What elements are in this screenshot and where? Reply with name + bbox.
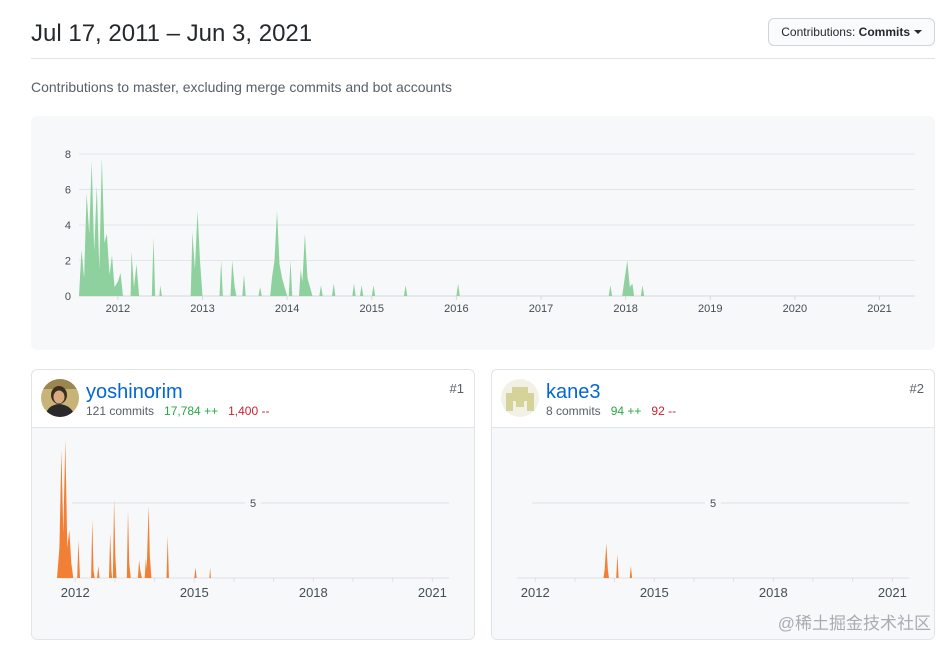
x-tick-label: 2021 — [878, 585, 907, 600]
additions-count: 94 ++ — [610, 404, 642, 418]
username-link[interactable]: kane3 — [546, 381, 601, 404]
contributor-card-1: yoshinorim 121 commits 17,784 ++ 1,400 -- … — [31, 369, 475, 640]
y-tick-label: 0 — [65, 291, 71, 303]
contributor-card-header: kane3 8 commits 94 ++ 92 -- #2 — [492, 370, 934, 428]
commits-count: 8 commits — [546, 404, 601, 418]
avatar[interactable] — [501, 379, 539, 417]
midline-label: 5 — [250, 498, 256, 510]
x-tick-label: 2012 — [106, 303, 130, 315]
x-tick-label: 2021 — [418, 585, 447, 600]
date-range-title: Jul 17, 2011 – Jun 3, 2021 — [31, 20, 313, 47]
x-tick-label: 2015 — [640, 585, 669, 600]
header: Jul 17, 2011 – Jun 3, 2021 Contributions… — [31, 18, 935, 59]
y-tick-label: 6 — [65, 185, 71, 197]
x-tick-label: 2016 — [444, 303, 468, 315]
x-tick-label: 2019 — [698, 303, 722, 315]
x-tick-label: 2020 — [783, 303, 807, 315]
x-tick-label: 2014 — [275, 303, 299, 315]
commits-area-series — [79, 157, 915, 296]
deletions-count: 1,400 -- — [228, 404, 270, 418]
subtitle: Contributions to master, excluding merge… — [31, 79, 452, 95]
rank-label: #2 — [909, 381, 924, 396]
contributor-chart: 5 2012 2015 2018 2021 — [492, 428, 934, 639]
x-tick-label: 2013 — [190, 303, 214, 315]
x-tick-label: 2018 — [299, 585, 328, 600]
user-commits-area-series — [517, 543, 909, 578]
contributor-chart: 5 2012 2015 2018 2021 — [32, 428, 474, 639]
contributions-value: Commits — [858, 25, 910, 39]
contributor-stats: 8 commits 94 ++ 92 -- — [546, 404, 676, 418]
watermark: @稀土掘金技术社区 — [777, 614, 931, 633]
x-tick-label: 2018 — [759, 585, 788, 600]
contributions-label: Contributions: — [781, 25, 856, 39]
contributor-chart-svg: 5 2012 2015 2018 2021 — [517, 495, 909, 600]
contributor-stats: 121 commits 17,784 ++ 1,400 -- — [86, 404, 269, 418]
contributor-card-header: yoshinorim 121 commits 17,784 ++ 1,400 -- … — [32, 370, 474, 428]
main-chart-svg: 0 2 4 6 8 2012 2013 2014 2015 2016 2017 2018 2019 202… — [65, 149, 915, 315]
y-tick-label: 4 — [65, 220, 71, 232]
y-tick-label: 8 — [65, 149, 71, 161]
main-contributions-chart: 0 2 4 6 8 2012 2013 2014 2015 2016 2017 2018 2019 202… — [31, 116, 935, 350]
contributor-card-2: kane3 8 commits 94 ++ 92 -- #2 5 2012 2015 20… — [491, 369, 935, 640]
contributor-chart-svg: 5 2012 2015 2018 2021 — [57, 440, 449, 600]
username-link[interactable]: yoshinorim — [86, 381, 183, 404]
additions-count: 17,784 ++ — [164, 404, 219, 418]
x-tick-label: 2012 — [521, 585, 550, 600]
x-tick-label: 2017 — [529, 303, 553, 315]
x-tick-label: 2018 — [613, 303, 637, 315]
avatar[interactable] — [41, 379, 79, 417]
x-tick-label: 2021 — [867, 303, 891, 315]
x-tick-label: 2012 — [61, 585, 90, 600]
x-tick-label: 2015 — [360, 303, 384, 315]
contributions-dropdown-button[interactable]: Contributions: Commits — [768, 18, 935, 46]
midline-label: 5 — [710, 498, 716, 510]
rank-label: #1 — [449, 381, 464, 396]
commits-count: 121 commits — [86, 404, 155, 418]
caret-down-icon — [914, 30, 922, 34]
x-tick-label: 2015 — [180, 585, 209, 600]
y-tick-label: 2 — [65, 256, 71, 268]
deletions-count: 92 -- — [651, 404, 677, 418]
